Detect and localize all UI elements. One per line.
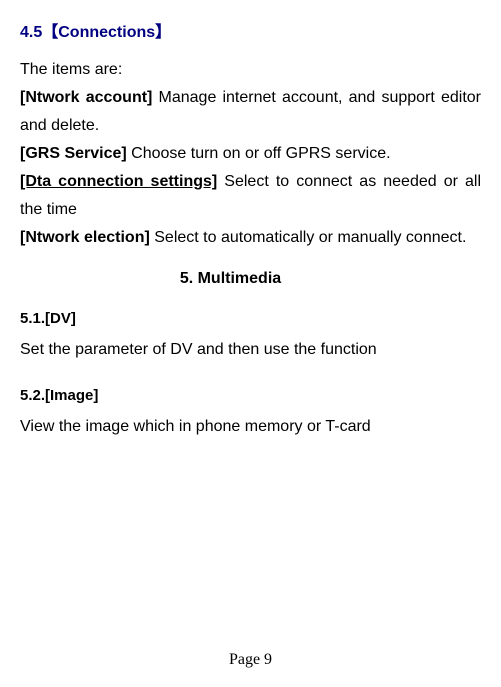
body-5-1: Set the parameter of DV and then use the… [20, 339, 481, 361]
item-1-label: [Ntwork account] [20, 89, 152, 106]
section-4-5-body: The items are: [Ntwork account] Manage i… [20, 56, 481, 252]
intro-line: The items are: [20, 61, 122, 78]
item-2-text: Choose turn on or off GPRS service. [127, 145, 391, 162]
page-footer: Page 9 [0, 651, 501, 669]
item-2-label: [GRS Service] [20, 145, 127, 162]
heading-4-5: 4.5【Connections】 [20, 18, 481, 42]
item-4-text: Select to automatically or manually conn… [150, 229, 467, 246]
heading-5-1: 5.1.[DV] [20, 310, 481, 327]
body-5-2: View the image which in phone memory or … [20, 416, 481, 438]
item-3-label: [Dta connection settings] [20, 173, 217, 190]
item-4-label: [Ntwork election] [20, 229, 150, 246]
heading-5-2: 5.2.[Image] [20, 387, 481, 404]
heading-chapter-5: 5. Multimedia [0, 270, 481, 288]
